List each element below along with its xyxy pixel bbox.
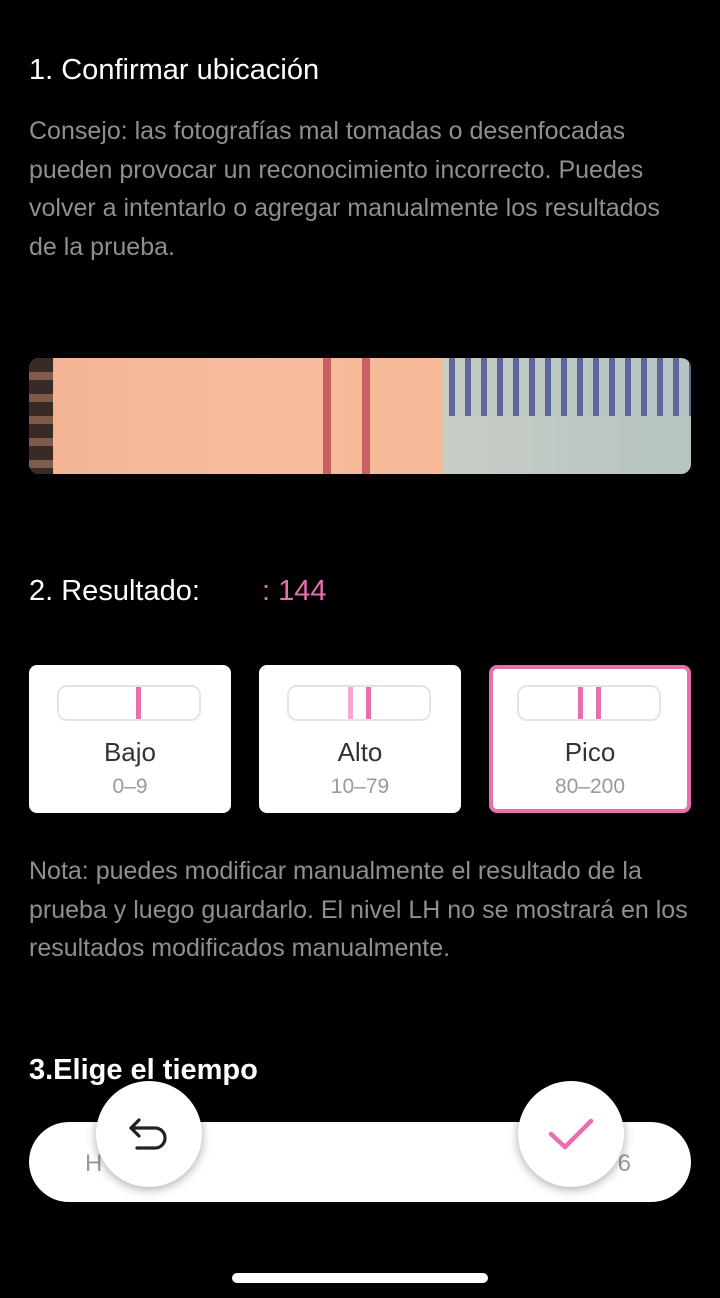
option-range: 10–79 xyxy=(330,775,390,798)
option-name: Pico xyxy=(564,737,616,767)
manual-edit-note: Nota: puedes modificar manualmente el re… xyxy=(29,857,688,962)
option-name: Alto xyxy=(337,737,383,767)
result-value: : 144 xyxy=(262,575,327,607)
option-bajo[interactable]: Bajo 0–9 xyxy=(29,665,231,813)
option-range: 80–200 xyxy=(554,775,626,798)
option-range: 0–9 xyxy=(112,775,148,798)
mini-strip-icon xyxy=(287,685,431,721)
confirm-button[interactable] xyxy=(518,1081,624,1187)
home-indicator[interactable] xyxy=(232,1273,488,1283)
step1-title: 1. Confirmar ubicación xyxy=(29,54,320,86)
step1-tip: Consejo: las fotografías mal tomadas o d… xyxy=(29,117,660,261)
strip-line xyxy=(136,687,141,719)
strip-control-line xyxy=(323,358,331,474)
mini-strip-icon xyxy=(57,685,201,721)
option-pico-selected[interactable]: Pico 80–200 xyxy=(489,665,691,813)
strip-test-line xyxy=(362,358,370,474)
undo-button[interactable] xyxy=(96,1081,202,1187)
test-strip-photo xyxy=(29,358,691,474)
strip-line-faint xyxy=(348,687,353,719)
mini-strip-icon xyxy=(517,685,661,721)
option-alto[interactable]: Alto 10–79 xyxy=(259,665,461,813)
strip-edge-mark xyxy=(29,358,53,474)
strip-line xyxy=(578,687,583,719)
undo-icon xyxy=(129,1118,167,1150)
step2-title: 2. Resultado: xyxy=(29,575,200,607)
strip-line xyxy=(366,687,371,719)
strip-line xyxy=(596,687,601,719)
option-name: Bajo xyxy=(103,737,157,767)
strip-brand-text xyxy=(449,358,691,416)
check-icon xyxy=(548,1118,594,1150)
result-options: Bajo 0–9 Alto 10–79 Pico 80–200 xyxy=(29,665,691,813)
